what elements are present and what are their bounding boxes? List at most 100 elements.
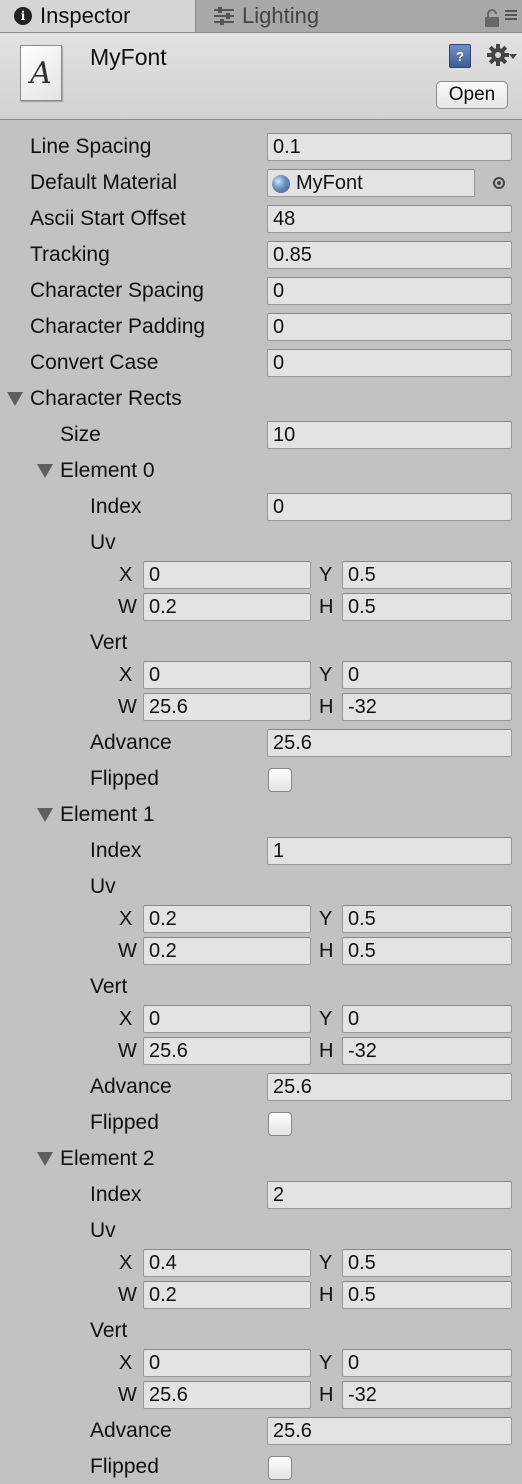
menu-icon[interactable] <box>504 8 518 22</box>
uv-w-field[interactable]: 0.2 <box>143 593 311 621</box>
vert-wh-row: W 25.6 H -32 <box>0 691 522 723</box>
character-rects-label: Character Rects <box>30 387 182 410</box>
vert-x-field[interactable]: 0 <box>143 1349 311 1377</box>
x-label: X <box>119 908 133 930</box>
index-label: Index <box>90 495 142 518</box>
tracking-row: Tracking 0.85 <box>0 239 522 271</box>
uv-w-field[interactable]: 0.2 <box>143 937 311 965</box>
w-label: W <box>118 1384 137 1406</box>
uv-xy-row: X 0 Y 0.5 <box>0 559 522 591</box>
convert-case-label: Convert Case <box>30 351 159 374</box>
tab-lighting[interactable]: Lighting <box>200 0 420 32</box>
flipped-checkbox[interactable] <box>268 1112 292 1136</box>
flipped-row: Flipped <box>0 1107 522 1139</box>
convert-case-field[interactable]: 0 <box>267 349 512 377</box>
vert-x-field[interactable]: 0 <box>143 1005 311 1033</box>
font-file-letter: A <box>30 55 52 91</box>
index-field[interactable]: 1 <box>267 837 512 865</box>
uv-y-field[interactable]: 0.5 <box>342 905 512 933</box>
object-picker-icon[interactable] <box>493 177 505 189</box>
uv-x-field[interactable]: 0 <box>143 561 311 589</box>
vert-header-row: Vert <box>0 971 522 1003</box>
line-spacing-row: Line Spacing 0.1 <box>0 131 522 163</box>
vert-y-field[interactable]: 0 <box>342 1005 512 1033</box>
w-label: W <box>118 1040 137 1062</box>
uv-wh-row: W 0.2 H 0.5 <box>0 935 522 967</box>
tracking-field[interactable]: 0.85 <box>267 241 512 269</box>
advance-row: Advance 25.6 <box>0 727 522 759</box>
asset-name: MyFont <box>90 44 167 70</box>
uv-xy-row: X 0.4 Y 0.5 <box>0 1247 522 1279</box>
uv-y-field[interactable]: 0.5 <box>342 561 512 589</box>
element-2-foldout[interactable]: Element 2 <box>0 1143 522 1175</box>
gear-icon[interactable] <box>487 43 517 69</box>
y-label: Y <box>319 1352 333 1374</box>
h-label: H <box>319 596 334 618</box>
uv-x-field[interactable]: 0.2 <box>143 905 311 933</box>
vert-label: Vert <box>90 975 128 998</box>
advance-field[interactable]: 25.6 <box>267 729 512 757</box>
uv-h-field[interactable]: 0.5 <box>342 593 512 621</box>
vert-y-field[interactable]: 0 <box>342 661 512 689</box>
default-material-field[interactable]: MyFont <box>267 169 475 197</box>
index-label: Index <box>90 1183 142 1206</box>
foldout-arrow-icon[interactable] <box>37 1152 53 1166</box>
advance-field[interactable]: 25.6 <box>267 1417 512 1445</box>
open-button[interactable]: Open <box>436 81 508 109</box>
line-spacing-field[interactable]: 0.1 <box>267 133 512 161</box>
vert-xy-row: X 0 Y 0 <box>0 1003 522 1035</box>
uv-xy-row: X 0.2 Y 0.5 <box>0 903 522 935</box>
h-label: H <box>319 1040 334 1062</box>
uv-x-field[interactable]: 0.4 <box>143 1249 311 1277</box>
ascii-start-offset-field[interactable]: 48 <box>267 205 512 233</box>
foldout-arrow-icon[interactable] <box>37 464 53 478</box>
uv-h-field[interactable]: 0.5 <box>342 937 512 965</box>
uv-w-field[interactable]: 0.2 <box>143 1281 311 1309</box>
vert-y-field[interactable]: 0 <box>342 1349 512 1377</box>
advance-row: Advance 25.6 <box>0 1071 522 1103</box>
uv-y-field[interactable]: 0.5 <box>342 1249 512 1277</box>
uv-header-row: Uv <box>0 527 522 559</box>
advance-label: Advance <box>90 731 172 754</box>
uv-header-row: Uv <box>0 871 522 903</box>
advance-field[interactable]: 25.6 <box>267 1073 512 1101</box>
foldout-arrow-icon[interactable] <box>37 808 53 822</box>
vert-h-field[interactable]: -32 <box>342 693 512 721</box>
index-field[interactable]: 2 <box>267 1181 512 1209</box>
vert-x-field[interactable]: 0 <box>143 661 311 689</box>
vert-w-field[interactable]: 25.6 <box>143 693 311 721</box>
character-padding-field[interactable]: 0 <box>267 313 512 341</box>
element-0-foldout[interactable]: Element 0 <box>0 455 522 487</box>
vert-h-field[interactable]: -32 <box>342 1037 512 1065</box>
uv-h-field[interactable]: 0.5 <box>342 1281 512 1309</box>
y-label: Y <box>319 1252 333 1274</box>
advance-label: Advance <box>90 1075 172 1098</box>
vert-h-field[interactable]: -32 <box>342 1381 512 1409</box>
index-row: Index 1 <box>0 835 522 867</box>
default-material-row: Default Material MyFont <box>0 167 522 199</box>
index-field[interactable]: 0 <box>267 493 512 521</box>
y-label: Y <box>319 908 333 930</box>
foldout-arrow-icon[interactable] <box>7 392 23 406</box>
character-padding-row: Character Padding 0 <box>0 311 522 343</box>
lock-icon[interactable] <box>484 9 500 27</box>
y-label: Y <box>319 1008 333 1030</box>
character-spacing-field[interactable]: 0 <box>267 277 512 305</box>
x-label: X <box>119 664 133 686</box>
vert-w-field[interactable]: 25.6 <box>143 1381 311 1409</box>
character-rects-foldout[interactable]: Character Rects <box>0 383 522 415</box>
size-field[interactable]: 10 <box>267 421 512 449</box>
w-label: W <box>118 1284 137 1306</box>
flipped-label: Flipped <box>90 767 159 790</box>
element-label: Element 0 <box>60 459 155 482</box>
vert-w-field[interactable]: 25.6 <box>143 1037 311 1065</box>
w-label: W <box>118 940 137 962</box>
tab-inspector[interactable]: i Inspector <box>0 0 196 32</box>
flipped-checkbox[interactable] <box>268 1456 292 1480</box>
element-label: Element 2 <box>60 1147 155 1170</box>
vert-label: Vert <box>90 1319 128 1342</box>
flipped-checkbox[interactable] <box>268 768 292 792</box>
element-1-foldout[interactable]: Element 1 <box>0 799 522 831</box>
help-icon[interactable]: ? <box>449 44 471 68</box>
size-row: Size 10 <box>0 419 522 451</box>
